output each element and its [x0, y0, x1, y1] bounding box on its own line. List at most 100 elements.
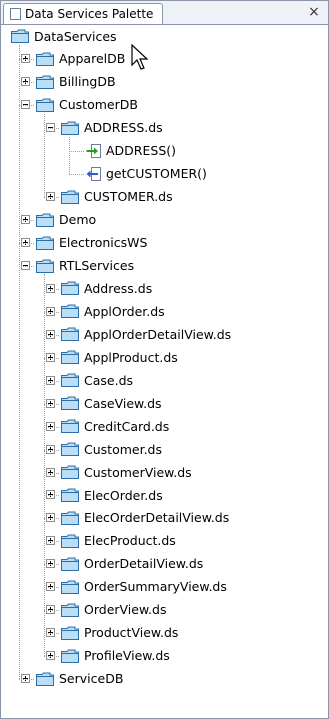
tree-item-label: CUSTOMER.ds	[84, 189, 173, 205]
tree-item-orderview-ds[interactable]: OrderView.ds	[61, 599, 166, 621]
tree-guide-line	[44, 541, 59, 543]
tree-item-label: ElecOrder.ds	[84, 487, 163, 503]
tree-item-caseview-ds[interactable]: CaseView.ds	[61, 392, 162, 414]
tree-guide-line	[44, 449, 59, 451]
tree-item-label: Case.ds	[84, 372, 134, 388]
tree-item-ordersummaryview-ds[interactable]: OrderSummaryView.ds	[61, 576, 227, 598]
palette-icon	[10, 8, 21, 20]
tree-item-elecorderdetailview-ds[interactable]: ElecOrderDetailView.ds	[61, 507, 229, 529]
tree-item-appareldb[interactable]: ApparelDB	[36, 48, 125, 70]
tree-guide-line	[44, 288, 59, 290]
tree-item-dataservices[interactable]: DataServices	[11, 25, 117, 47]
folder-icon	[61, 603, 79, 617]
data-services-palette: Data Services Palette × DataServices Appa…	[0, 0, 329, 719]
tree-guide-line	[44, 633, 59, 635]
tree-guide-line	[69, 174, 84, 176]
read-function-icon	[86, 143, 101, 158]
tree-item-label: ProductView.ds	[84, 625, 179, 641]
tree-item-label: ApplProduct.ds	[84, 349, 178, 365]
tree-guide-line	[69, 136, 70, 175]
tree-item-rtlservices[interactable]: RTLServices	[36, 255, 134, 277]
tree-item-label: DataServices	[34, 28, 117, 44]
folder-icon	[61, 373, 79, 388]
folder-icon	[11, 29, 29, 43]
folder-icon	[36, 52, 54, 66]
folder-icon	[36, 213, 54, 227]
tree-item-creditcard-ds[interactable]: CreditCard.ds	[61, 415, 169, 437]
tree-item-label: Address.ds	[84, 280, 153, 296]
tree-guide-line	[69, 151, 84, 153]
tree-item-address-ds[interactable]: Address.ds	[61, 277, 152, 299]
tree-guide-line	[44, 495, 59, 497]
tree-guide-line	[44, 274, 45, 657]
folder-icon	[61, 442, 79, 457]
close-icon[interactable]: ×	[306, 3, 322, 21]
tree-item-label: ApplOrder.ds	[84, 303, 165, 319]
tree-guide-line	[44, 197, 59, 199]
tree-guide-line	[44, 334, 59, 336]
tree-item-customer-ds[interactable]: Customer.ds	[61, 438, 162, 460]
tree-item-case-ds[interactable]: Case.ds	[61, 369, 133, 391]
tree-item-label: CaseView.ds	[84, 395, 162, 411]
tree-item-billingdb[interactable]: BillingDB	[36, 71, 116, 93]
tree-item-label: ElecOrderDetailView.ds	[84, 510, 230, 526]
tree-item-demo[interactable]: Demo	[36, 209, 96, 231]
tree-item-elecorder-ds[interactable]: ElecOrder.ds	[61, 484, 163, 506]
tree-item-orderdetailview-ds[interactable]: OrderDetailView.ds	[61, 553, 203, 575]
tree-item-label: ElecProduct.ds	[84, 533, 176, 549]
data-services-tree: DataServices ApparelDB BillingDB CustomerDB…	[1, 25, 328, 718]
tree-guide-line	[19, 679, 34, 681]
folder-icon	[61, 557, 79, 571]
palette-tab-bar: Data Services Palette ×	[1, 1, 328, 25]
folder-icon	[61, 327, 79, 342]
tree-item-address-ds[interactable]: ADDRESS.ds	[61, 117, 163, 139]
folder-icon	[36, 236, 54, 250]
folder-icon	[61, 419, 79, 434]
folder-icon	[61, 626, 79, 640]
tree-item-label: getCUSTOMER()	[106, 166, 207, 182]
tree-guide-line	[19, 220, 34, 222]
folder-icon	[36, 672, 54, 686]
tree-item-label: ADDRESS()	[106, 143, 177, 159]
tree-guide-line	[44, 472, 59, 474]
tree-item-address[interactable]: ADDRESS()	[86, 140, 176, 162]
folder-icon	[61, 281, 79, 296]
tree-item-label: OrderView.ds	[84, 602, 167, 618]
tree-item-customer-ds[interactable]: CUSTOMER.ds	[61, 186, 173, 208]
tree-item-profileview-ds[interactable]: ProfileView.ds	[61, 645, 170, 667]
tree-guide-line	[44, 113, 45, 198]
tree-item-customerdb[interactable]: CustomerDB	[36, 94, 138, 116]
tree-guide-line	[44, 656, 59, 658]
tree-item-getcustomer[interactable]: getCUSTOMER()	[86, 163, 207, 185]
tree-item-label: BillingDB	[59, 74, 116, 90]
palette-title: Data Services Palette	[25, 7, 154, 21]
tree-guide-line	[19, 44, 20, 680]
tree-item-customerview-ds[interactable]: CustomerView.ds	[61, 461, 192, 483]
tree-item-label: ServiceDB	[59, 671, 124, 687]
folder-icon	[61, 190, 79, 204]
folder-icon	[61, 580, 79, 594]
tree-item-applorder-ds[interactable]: ApplOrder.ds	[61, 300, 165, 322]
tree-item-label: ApparelDB	[59, 51, 126, 67]
tree-item-applorderdetailview-ds[interactable]: ApplOrderDetailView.ds	[61, 323, 231, 345]
tree-guide-line	[19, 243, 34, 245]
tree-item-label: CustomerDB	[59, 97, 138, 113]
tree-guide-line	[44, 518, 59, 520]
tree-item-electronicsws[interactable]: ElectronicsWS	[36, 232, 147, 254]
tree-item-elecproduct-ds[interactable]: ElecProduct.ds	[61, 530, 176, 552]
tree-item-label: ElectronicsWS	[59, 235, 148, 251]
tree-item-servicedb[interactable]: ServiceDB	[36, 668, 123, 690]
folder-icon	[61, 350, 79, 365]
tree-guide-line	[19, 82, 34, 84]
tree-item-productview-ds[interactable]: ProductView.ds	[61, 622, 178, 644]
tree-guide-line	[44, 311, 59, 313]
tree-item-label: CreditCard.ds	[84, 418, 170, 434]
tree-item-label: Demo	[59, 212, 97, 228]
folder-icon	[61, 511, 79, 525]
tab-data-services-palette[interactable]: Data Services Palette	[3, 3, 163, 24]
tree-item-label: OrderDetailView.ds	[84, 556, 204, 572]
tree-guide-line	[19, 105, 34, 107]
tree-item-applproduct-ds[interactable]: ApplProduct.ds	[61, 346, 178, 368]
tree-item-label: ProfileView.ds	[84, 648, 170, 664]
folder-icon	[61, 488, 79, 502]
